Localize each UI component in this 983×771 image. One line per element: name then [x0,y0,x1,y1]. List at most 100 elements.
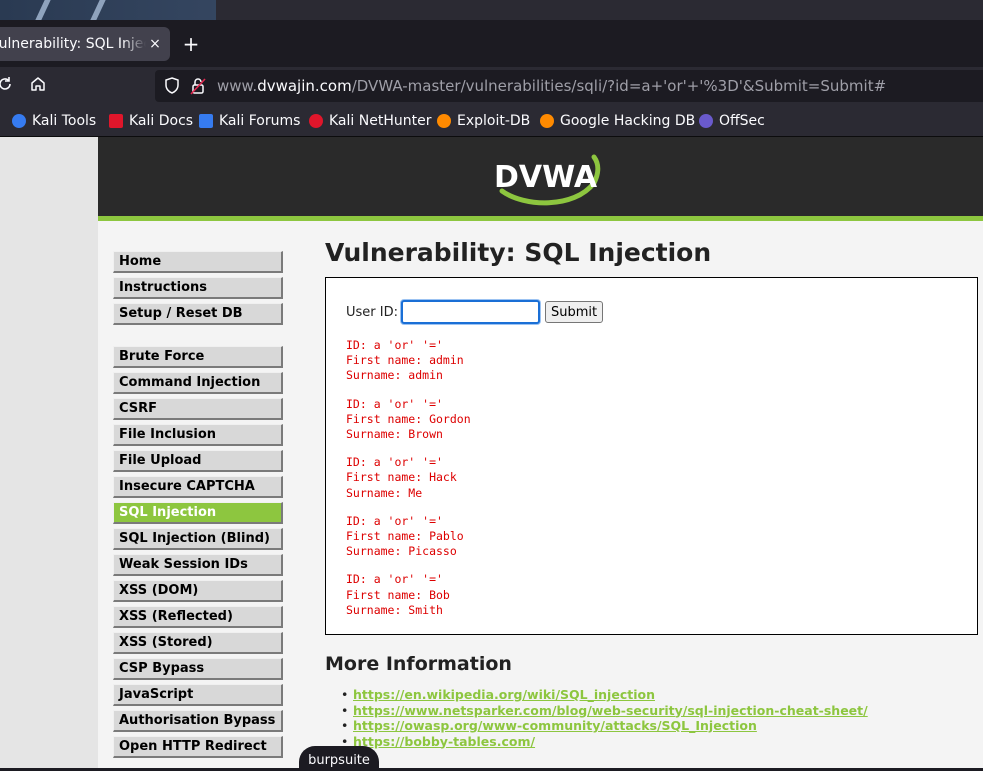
menu-item-xss-dom[interactable]: XSS (DOM) [113,580,283,602]
tab-bar: Vulnerability: SQL Injection × + [0,20,983,67]
page-viewport: DVWA Home Instructions Setup / Reset DB … [0,137,983,771]
url-host: dvwajin.com [257,77,352,95]
submit-button[interactable]: Submit [545,301,604,323]
more-information-heading: More Information [325,653,512,675]
new-tab-button[interactable]: + [180,33,202,55]
exploit-db-icon [437,114,451,128]
bookmark-kali-forums[interactable]: Kali Forums [199,112,300,130]
menu-item-sql-injection[interactable]: SQL Injection [113,502,283,524]
menu-item-command-injection[interactable]: Command Injection [113,372,283,394]
bookmark-kali-docs[interactable]: Kali Docs [109,112,193,130]
result-first-name: First name: Hack [346,470,457,485]
menu-item-xss-stored[interactable]: XSS (Stored) [113,632,283,654]
menu-item-weak-session-ids[interactable]: Weak Session IDs [113,554,283,576]
insecure-lock-icon[interactable] [189,76,209,96]
result-record: ID: a 'or' '=' First name: Bob Surname: … [346,572,471,618]
kali-forums-icon [199,114,213,128]
list-item: https://owasp.org/www-community/attacks/… [341,718,868,734]
result-id: ID: a 'or' '=' [346,396,443,411]
menu-item-home[interactable]: Home [113,251,283,273]
bookmark-exploit-db[interactable]: Exploit-DB [437,112,530,130]
tracking-shield-icon[interactable] [163,76,183,96]
menu-item-setup-reset-db[interactable]: Setup / Reset DB [113,303,283,325]
result-surname: Surname: Picasso [346,544,457,559]
page-title: Vulnerability: SQL Injection [325,238,712,267]
close-tab-icon[interactable]: × [146,36,164,52]
url-text[interactable]: www.dvwajin.com/DVWA-master/vulnerabilit… [217,77,886,95]
result-record: ID: a 'or' '=' First name: Hack Surname:… [346,455,471,501]
result-id: ID: a 'or' '=' [346,338,443,352]
kali-docs-icon [109,114,123,128]
url-prefix: www. [217,77,258,95]
dvwa-logo: DVWA [494,147,604,209]
user-id-form: User ID: Submit [346,300,604,324]
list-item: https://bobby-tables.com/ [341,734,868,750]
home-icon[interactable] [27,75,49,97]
result-first-name: First name: Gordon [346,411,471,426]
bookmark-kali-tools[interactable]: Kali Tools [12,112,96,130]
result-record: ID: a 'or' '=' First name: admin Surname… [346,338,471,384]
list-item: https://www.netsparker.com/blog/web-secu… [341,703,868,719]
menu-item-authorisation-bypass[interactable]: Authorisation Bypass [113,710,283,732]
kali-tools-icon [12,114,26,128]
address-bar[interactable]: www.dvwajin.com/DVWA-master/vulnerabilit… [155,70,983,102]
user-id-input[interactable] [401,300,540,324]
link-bobby-tables[interactable]: https://bobby-tables.com/ [353,734,535,749]
result-id: ID: a 'or' '=' [346,513,443,528]
bookmark-label: Kali Docs [129,113,194,129]
page-margin [0,137,98,771]
menu-item-csp-bypass[interactable]: CSP Bypass [113,658,283,680]
result-surname: Surname: Brown [346,427,443,442]
result-first-name: First name: Bob [346,587,450,602]
link-wikipedia-sql-injection[interactable]: https://en.wikipedia.org/wiki/SQL_inject… [353,687,655,702]
bookmark-kali-nethunter[interactable]: Kali NetHunter [309,112,431,130]
menu-item-open-http-redirect[interactable]: Open HTTP Redirect [113,736,283,758]
menu-item-xss-reflected[interactable]: XSS (Reflected) [113,606,283,628]
bookmark-label: Kali NetHunter [329,113,432,129]
result-id: ID: a 'or' '=' [346,572,443,587]
menu-item-csrf[interactable]: CSRF [113,398,283,420]
menu-item-insecure-captcha[interactable]: Insecure CAPTCHA [113,476,283,498]
query-results: ID: a 'or' '=' First name: admin Surname… [346,338,471,631]
reload-icon[interactable] [0,75,16,97]
menu-item-file-upload[interactable]: File Upload [113,450,283,472]
result-surname: Surname: Me [346,485,423,500]
link-netsparker-cheat-sheet[interactable]: https://www.netsparker.com/blog/web-secu… [353,703,868,718]
kali-nethunter-icon [309,114,323,128]
result-surname: Surname: Smith [346,602,443,617]
bookmark-google-hacking-db[interactable]: Google Hacking DB [540,112,695,130]
desktop-wallpaper-strip [0,0,983,20]
more-information-links: https://en.wikipedia.org/wiki/SQL_inject… [341,687,868,750]
bookmark-label: Kali Forums [219,113,301,129]
taskbar-tooltip: burpsuite [299,746,379,771]
bookmark-label: Google Hacking DB [560,113,696,129]
logo-text: DVWA [494,160,598,195]
list-item: https://en.wikipedia.org/wiki/SQL_inject… [341,687,868,703]
bookmark-label: Exploit-DB [457,113,531,129]
result-record: ID: a 'or' '=' First name: Gordon Surnam… [346,397,471,443]
window-titlebar [216,0,983,20]
result-id: ID: a 'or' '=' [346,455,443,470]
result-record: ID: a 'or' '=' First name: Pablo Surname… [346,514,471,560]
bookmarks-toolbar: Kali Tools Kali Docs Kali Forums Kali Ne… [0,105,983,137]
bookmark-label: Kali Tools [32,113,97,129]
offsec-icon [699,114,713,128]
tab-title: Vulnerability: SQL Injection [0,36,146,52]
wallpaper-stripe [35,0,51,20]
result-first-name: First name: Pablo [346,529,464,544]
vulnerable-code-area: User ID: Submit ID: a 'or' '=' First nam… [325,277,978,635]
menu-item-sql-injection-blind[interactable]: SQL Injection (Blind) [113,528,283,550]
result-first-name: First name: admin [346,353,464,368]
menu-item-brute-force[interactable]: Brute Force [113,346,283,368]
navigation-toolbar: www.dvwajin.com/DVWA-master/vulnerabilit… [0,67,983,105]
browser-tab[interactable]: Vulnerability: SQL Injection × [0,27,170,61]
result-surname: Surname: admin [346,368,443,383]
menu-item-file-inclusion[interactable]: File Inclusion [113,424,283,446]
user-id-label: User ID: [346,304,398,320]
link-owasp-sql-injection[interactable]: https://owasp.org/www-community/attacks/… [353,718,757,733]
menu-item-javascript[interactable]: JavaScript [113,684,283,706]
menu-item-instructions[interactable]: Instructions [113,277,283,299]
url-path: /DVWA-master/vulnerabilities/sqli/?id=a+… [351,77,887,95]
bookmark-offsec[interactable]: OffSec [699,112,765,130]
bookmark-label: OffSec [719,113,765,129]
